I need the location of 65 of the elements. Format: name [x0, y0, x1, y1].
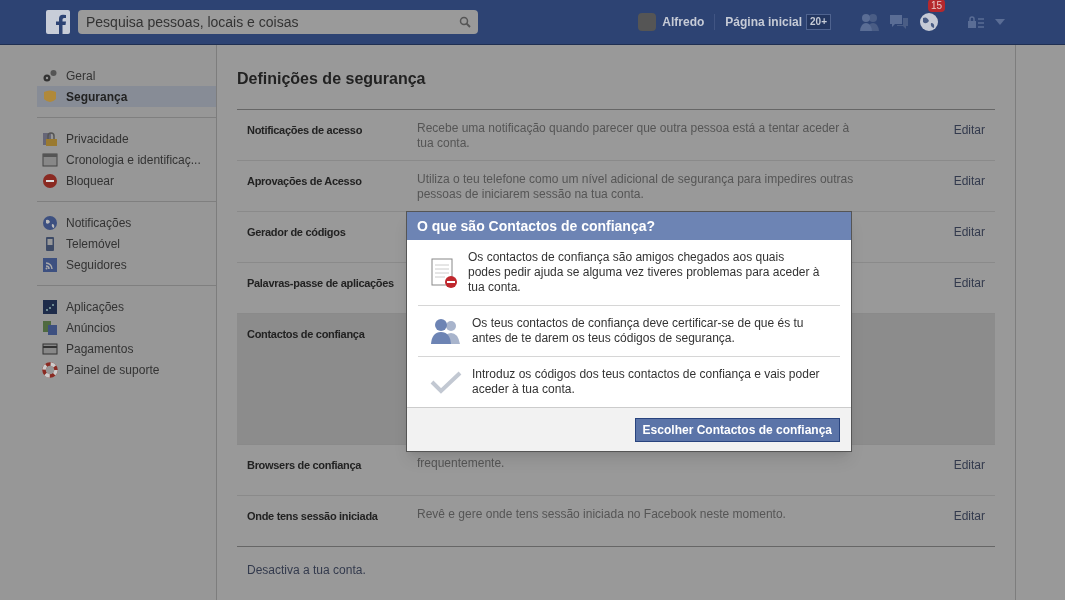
- setting-label: Notificações de acesso: [247, 124, 363, 136]
- setting-label: Contactos de confiança: [247, 328, 365, 340]
- setting-description: Revê e gere onde tens sessão iniciada no Facebook neste momento.: [417, 507, 787, 523]
- block-icon: [42, 172, 58, 189]
- setting-description: Recebe uma notificação quando parecer que outra pessoa está a tentar aceder à tua conta.: [417, 121, 851, 152]
- friends-icon[interactable]: [859, 13, 881, 31]
- sidebar-item[interactable]: Pagamentos: [37, 338, 216, 359]
- page-title: Definições de segurança: [237, 69, 427, 89]
- sidebar-item[interactable]: Seguidores: [37, 254, 216, 275]
- edit-link[interactable]: Editar: [953, 274, 985, 313]
- search-field[interactable]: Pesquisa pessoas, locais e coisas: [78, 10, 478, 34]
- ads-icon: [42, 319, 58, 336]
- lifebuoy-icon: [42, 361, 58, 378]
- settings-row[interactable]: Notificações de acesso Recebe uma notificação quando parecer que outra pessoa está a tentar aceder à tua conta. Editar: [237, 110, 995, 161]
- timeline-icon: [42, 151, 58, 168]
- setting-label: Gerador de códigos: [247, 226, 346, 238]
- profile-link[interactable]: Alfredo: [662, 13, 705, 31]
- notepad-icon: [430, 256, 458, 289]
- people-icon: [430, 317, 462, 345]
- sidebar-item[interactable]: Telemóvel: [37, 233, 216, 254]
- dialog-text: Os contactos de confiança são amigos chegados aos quais podes pedir ajuda se alguma vez tiveres problemas para aceder à tua conta.: [468, 250, 820, 295]
- settings-row[interactable]: Onde tens sessão iniciada Revê e gere onde tens sessão iniciada no Facebook neste momento. Editar: [237, 496, 995, 547]
- gears-icon: [42, 67, 58, 84]
- messages-icon[interactable]: [889, 13, 909, 31]
- edit-link[interactable]: Editar: [953, 172, 985, 211]
- edit-link[interactable]: Editar: [953, 223, 985, 262]
- facebook-logo[interactable]: [46, 10, 70, 34]
- edit-link[interactable]: Editar: [953, 507, 985, 546]
- edit-link[interactable]: Editar: [953, 456, 985, 495]
- lock-icon[interactable]: [967, 15, 985, 29]
- setting-label: Onde tens sessão iniciada: [247, 510, 378, 522]
- sidebar-item[interactable]: Privacidade: [37, 128, 216, 149]
- sidebar-item[interactable]: Painel de suporte: [37, 359, 216, 380]
- rss-icon: [42, 256, 58, 273]
- caret-icon[interactable]: [995, 19, 1005, 25]
- sidebar-item[interactable]: Cronologia e identificaç...: [37, 149, 216, 170]
- sidebar-item[interactable]: Bloquear: [37, 170, 216, 191]
- setting-label: Browsers de confiança: [247, 459, 362, 471]
- setting-description: Utiliza o teu telefone como um nível adicional de segurança para impedires outras pessoas de iniciarem sessão na tua conta.: [417, 172, 855, 203]
- sidebar-item[interactable]: Aplicações: [37, 296, 216, 317]
- badge-icon: [42, 88, 58, 105]
- sidebar-item[interactable]: Anúncios: [37, 317, 216, 338]
- sidebar-item[interactable]: Geral: [37, 65, 216, 86]
- dialog-text: Os teus contactos de confiança deve certificar-se de que és tu antes de te darem os teus códigos de segurança.: [472, 316, 805, 346]
- apps-icon: [42, 298, 58, 315]
- deactivate-link[interactable]: Desactiva a tua conta.: [247, 563, 366, 577]
- notification-badge: 15: [928, 0, 946, 12]
- sidebar-item[interactable]: Notificações: [37, 212, 216, 233]
- card-icon: [42, 340, 58, 357]
- count-badge: 20+: [806, 14, 831, 30]
- avatar[interactable]: [638, 13, 657, 31]
- lock-icon: [42, 130, 58, 147]
- choose-contacts-button[interactable]: Escolher Contactos de confiança: [634, 417, 840, 442]
- edit-link[interactable]: Editar: [953, 121, 985, 160]
- sidebar-item[interactable]: Segurança: [37, 86, 216, 107]
- home-link[interactable]: Página inicial: [725, 13, 803, 31]
- setting-label: Aprovações de Acesso: [247, 175, 362, 187]
- search-icon[interactable]: [459, 16, 471, 28]
- dialog-title: O que são Contactos de confiança?: [407, 212, 851, 240]
- setting-description: frequentemente.: [417, 456, 506, 472]
- dialog-text: Introduz os códigos dos teus contactos de confiança e vais poder aceder à tua conta.: [472, 367, 820, 397]
- checkmark-icon: [430, 370, 462, 394]
- globe-icon[interactable]: [919, 12, 939, 32]
- setting-label: Palavras-passe de aplicações: [247, 277, 394, 289]
- globe-icon: [42, 214, 58, 231]
